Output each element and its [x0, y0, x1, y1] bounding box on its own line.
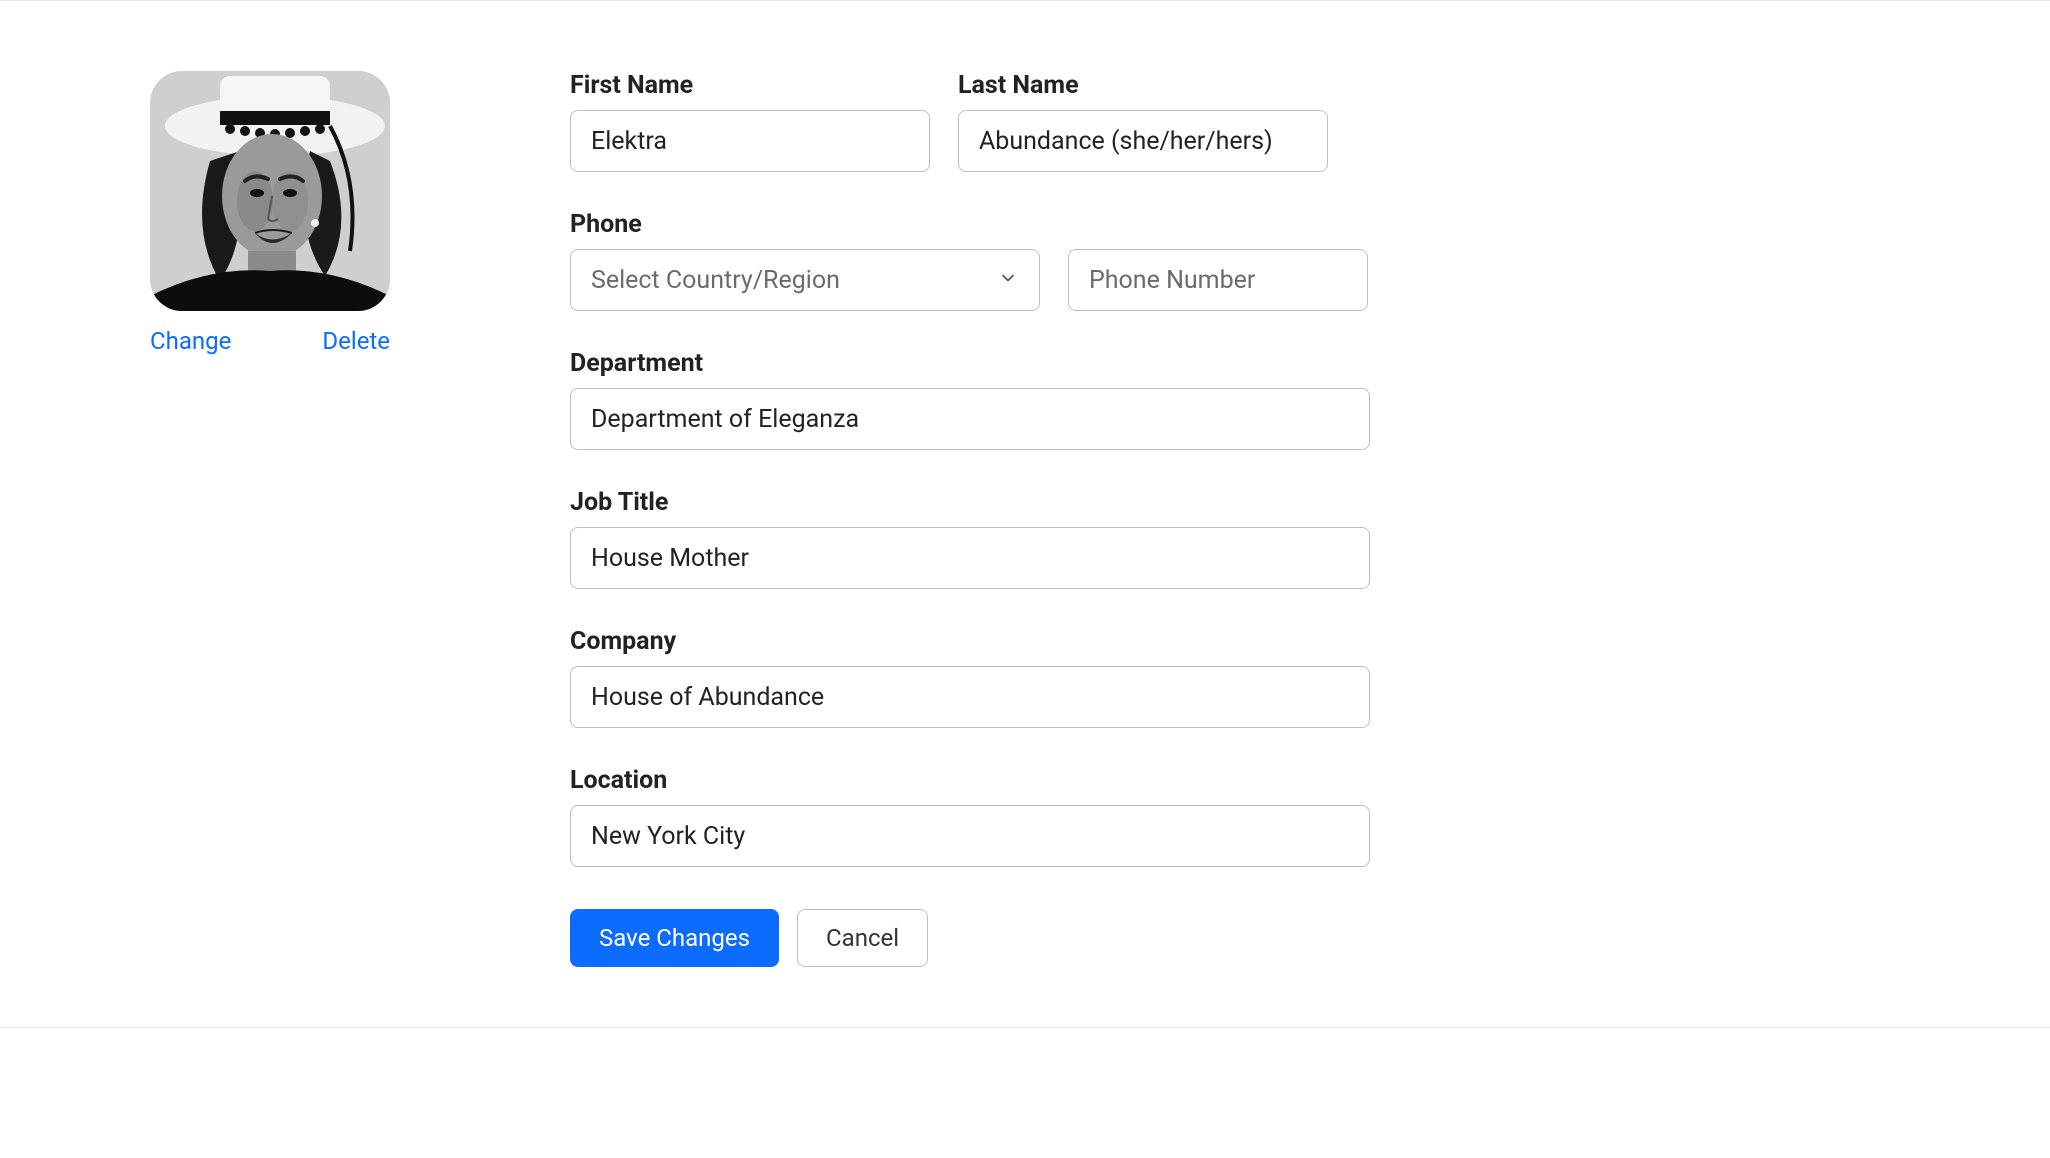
phone-label: Phone [570, 210, 1370, 239]
delete-avatar-link[interactable]: Delete [322, 327, 390, 355]
form-actions: Save Changes Cancel [570, 909, 1370, 967]
first-name-label: First Name [570, 71, 930, 100]
last-name-label: Last Name [958, 71, 1328, 100]
avatar-image [150, 71, 390, 311]
avatar-illustration [150, 71, 390, 311]
company-label: Company [570, 627, 1370, 656]
save-button[interactable]: Save Changes [570, 909, 779, 967]
company-field-group: Company [570, 627, 1370, 728]
last-name-input[interactable] [958, 110, 1328, 172]
department-field-group: Department [570, 349, 1370, 450]
avatar-actions: Change Delete [150, 327, 390, 355]
job-title-input[interactable] [570, 527, 1370, 589]
change-avatar-link[interactable]: Change [150, 327, 231, 355]
phone-region-select-wrap: Select Country/Region [570, 249, 1040, 311]
avatar-section: Change Delete [150, 71, 390, 967]
job-title-field-group: Job Title [570, 488, 1370, 589]
form-section: First Name Last Name Phone Select Countr… [570, 71, 1370, 967]
location-field-group: Location [570, 766, 1370, 867]
first-name-input[interactable] [570, 110, 930, 172]
job-title-label: Job Title [570, 488, 1370, 517]
profile-form-container: Change Delete First Name Last Name Phone [150, 71, 2050, 967]
location-label: Location [570, 766, 1370, 795]
phone-region-select[interactable]: Select Country/Region [570, 249, 1040, 311]
department-label: Department [570, 349, 1370, 378]
name-row: First Name Last Name [570, 71, 1370, 172]
phone-number-input[interactable] [1068, 249, 1368, 311]
first-name-field-group: First Name [570, 71, 930, 172]
cancel-button[interactable]: Cancel [797, 909, 928, 967]
last-name-field-group: Last Name [958, 71, 1328, 172]
company-input[interactable] [570, 666, 1370, 728]
profile-edit-page: Change Delete First Name Last Name Phone [0, 0, 2050, 1028]
location-input[interactable] [570, 805, 1370, 867]
phone-field-group: Phone Select Country/Region [570, 210, 1370, 311]
department-input[interactable] [570, 388, 1370, 450]
